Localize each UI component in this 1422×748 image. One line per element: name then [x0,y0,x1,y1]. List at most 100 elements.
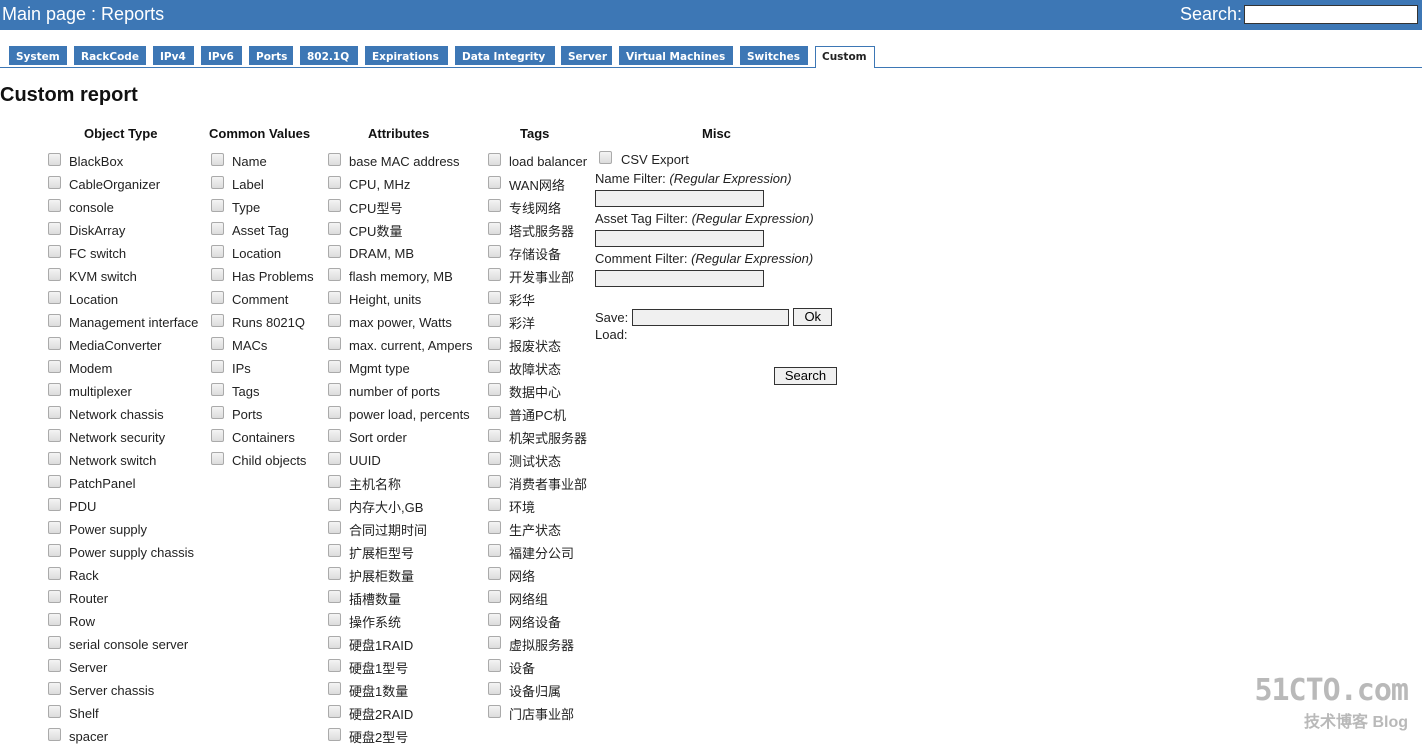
checkbox[interactable] [48,245,61,258]
checkbox[interactable] [328,590,341,603]
checkbox[interactable] [211,383,224,396]
checkbox[interactable] [211,406,224,419]
checkbox[interactable] [488,544,501,557]
checkbox[interactable] [488,429,501,442]
checkbox[interactable] [48,659,61,672]
checkbox[interactable] [211,268,224,281]
checkbox[interactable] [488,567,501,580]
checkbox[interactable] [328,567,341,580]
checkbox[interactable] [488,682,501,695]
checkbox[interactable] [328,153,341,166]
checkbox[interactable] [211,360,224,373]
checkbox[interactable] [48,314,61,327]
checkbox[interactable] [48,268,61,281]
csv-export-checkbox[interactable] [599,150,612,164]
checkbox[interactable] [328,544,341,557]
checkbox[interactable] [48,222,61,235]
ok-button[interactable]: Ok [793,308,833,326]
checkbox[interactable] [328,452,341,465]
checkbox[interactable] [488,659,501,672]
checkbox[interactable] [48,498,61,511]
checkbox[interactable] [328,176,341,189]
checkbox[interactable] [48,521,61,534]
name-filter-input[interactable] [595,190,764,207]
checkbox[interactable] [488,291,501,304]
checkbox[interactable] [488,153,501,166]
tab-virtual-machines[interactable]: Virtual Machines [619,46,733,65]
checkbox[interactable] [211,291,224,304]
checkbox[interactable] [488,521,501,534]
checkbox[interactable] [48,613,61,626]
tab-system[interactable]: System [9,46,67,65]
checkbox[interactable] [328,728,341,741]
checkbox[interactable] [211,245,224,258]
checkbox[interactable] [211,176,224,189]
checkbox[interactable] [488,406,501,419]
checkbox[interactable] [48,475,61,488]
checkbox[interactable] [328,199,341,212]
checkbox[interactable] [48,406,61,419]
checkbox[interactable] [488,176,501,189]
checkbox[interactable] [328,222,341,235]
checkbox[interactable] [328,406,341,419]
tab-802-1q[interactable]: 802.1Q [300,46,358,65]
checkbox[interactable] [488,590,501,603]
checkbox[interactable] [211,153,224,166]
checkbox[interactable] [328,360,341,373]
checkbox[interactable] [48,153,61,166]
asset-tag-filter-input[interactable] [595,230,764,247]
tab-switches[interactable]: Switches [740,46,808,65]
checkbox[interactable] [328,314,341,327]
checkbox[interactable] [488,199,501,212]
checkbox[interactable] [328,245,341,258]
tab-ipv6[interactable]: IPv6 [201,46,242,65]
breadcrumb[interactable]: Main page : Reports [2,4,164,25]
checkbox[interactable] [328,337,341,350]
checkbox[interactable] [328,613,341,626]
checkbox[interactable] [328,521,341,534]
checkbox[interactable] [488,383,501,396]
tab-data-integrity[interactable]: Data Integrity [455,46,555,65]
tab-ipv4[interactable]: IPv4 [153,46,194,65]
checkbox[interactable] [328,498,341,511]
checkbox[interactable] [488,475,501,488]
checkbox[interactable] [211,452,224,465]
checkbox[interactable] [328,705,341,718]
checkbox[interactable] [328,682,341,695]
checkbox[interactable] [488,245,501,258]
search-button[interactable]: Search [774,367,837,385]
checkbox[interactable] [328,475,341,488]
checkbox[interactable] [488,337,501,350]
checkbox[interactable] [328,383,341,396]
tab-ports[interactable]: Ports [249,46,293,65]
checkbox[interactable] [48,291,61,304]
checkbox[interactable] [48,567,61,580]
checkbox[interactable] [48,682,61,695]
checkbox[interactable] [48,590,61,603]
checkbox[interactable] [328,429,341,442]
checkbox[interactable] [48,337,61,350]
checkbox[interactable] [488,360,501,373]
checkbox[interactable] [488,222,501,235]
checkbox[interactable] [488,705,501,718]
checkbox[interactable] [48,176,61,189]
tab-server[interactable]: Server [561,46,612,65]
checkbox[interactable] [48,728,61,741]
save-name-input[interactable] [632,308,790,326]
tab-custom[interactable]: Custom [815,46,875,68]
checkbox[interactable] [211,314,224,327]
checkbox[interactable] [488,498,501,511]
tab-rackcode[interactable]: RackCode [74,46,146,65]
checkbox[interactable] [328,291,341,304]
checkbox[interactable] [48,544,61,557]
checkbox[interactable] [48,636,61,649]
checkbox[interactable] [48,452,61,465]
checkbox[interactable] [48,705,61,718]
checkbox[interactable] [488,613,501,626]
checkbox[interactable] [328,659,341,672]
checkbox[interactable] [48,360,61,373]
tab-expirations[interactable]: Expirations [365,46,448,65]
search-input[interactable] [1244,5,1418,24]
checkbox[interactable] [211,199,224,212]
checkbox[interactable] [488,268,501,281]
